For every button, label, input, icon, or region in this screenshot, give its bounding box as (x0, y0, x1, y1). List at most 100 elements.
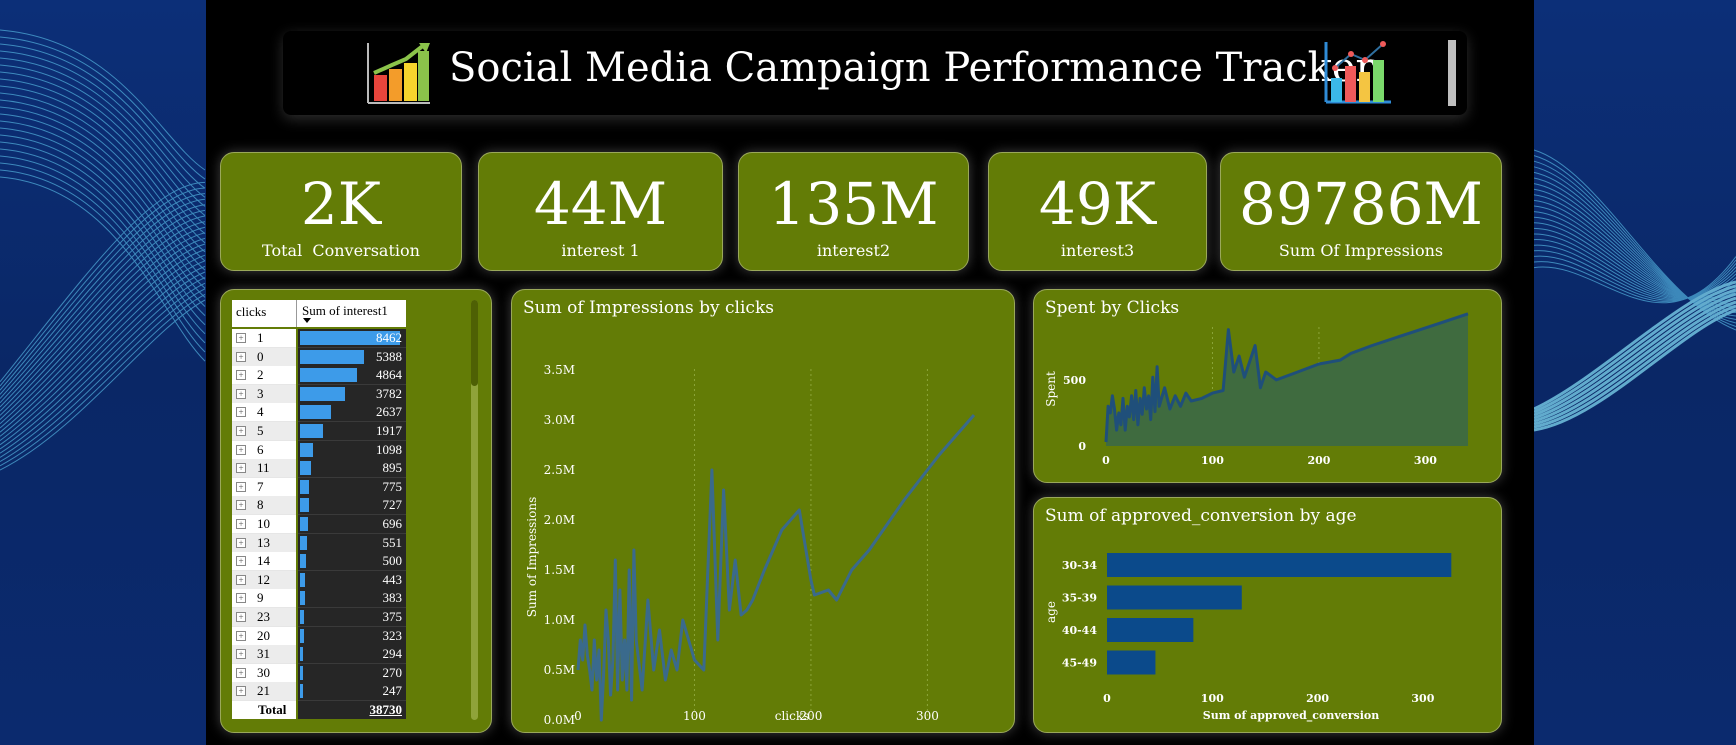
expand-icon[interactable]: + (236, 537, 246, 548)
expand-icon[interactable]: + (236, 370, 246, 381)
pivot-row-value: 294 (382, 646, 403, 662)
pivot-row-cell: 323 (298, 626, 406, 646)
expand-icon[interactable]: + (236, 426, 246, 436)
expand-icon[interactable]: + (236, 612, 246, 622)
pivot-row-value: 270 (382, 664, 403, 680)
pivot-row-value: 2637 (376, 404, 402, 420)
data-bar (300, 368, 358, 383)
kpi-value: 89786M (1239, 170, 1483, 238)
pivot-row-cell: 696 (298, 515, 406, 534)
kpi-card-interest1: 44M interest 1 (478, 152, 723, 271)
expand-icon[interactable]: + (236, 388, 246, 399)
pivot-row-cell: 4864 (298, 366, 406, 386)
data-bar (300, 684, 303, 699)
pivot-row-value: 551 (382, 534, 403, 550)
expand-icon[interactable]: + (236, 463, 246, 474)
pivot-row[interactable]: +3 3782 (232, 384, 406, 404)
y-tick-label: 0 (1078, 440, 1086, 453)
title-scrollbar[interactable] (1448, 40, 1456, 106)
expand-icon[interactable]: + (236, 407, 246, 418)
expand-icon[interactable]: + (236, 481, 246, 492)
y-tick-label: 1.0M (544, 613, 575, 627)
pivot-row[interactable]: +11 895 (232, 459, 406, 479)
pivot-row-key: 14 (257, 553, 270, 569)
pivot-row-cell: 2637 (298, 403, 406, 423)
pivot-total-label: Total (258, 702, 287, 717)
page-title: Social Media Campaign Performance Tracke… (449, 45, 1375, 91)
pivot-header: clicks Sum of interest1 (232, 300, 406, 327)
pivot-row-cell: 247 (298, 682, 406, 702)
pivot-row-value: 500 (382, 553, 403, 569)
expand-icon[interactable]: + (236, 351, 246, 362)
data-bar (300, 461, 311, 476)
expand-icon[interactable]: + (236, 574, 246, 585)
pivot-row[interactable]: +21 247 (232, 682, 406, 702)
x-tick-label: 300 (916, 709, 939, 723)
pivot-row[interactable]: +13 551 (232, 533, 406, 553)
pivot-row-value: 375 (382, 609, 403, 624)
pivot-row[interactable]: +1 8462 (232, 329, 406, 348)
x-tick-label: 100 (1201, 454, 1224, 467)
pivot-row[interactable]: +10 696 (232, 515, 406, 534)
pivot-row-key: 7 (257, 478, 264, 494)
pivot-row[interactable]: +9 383 (232, 589, 406, 609)
kpi-value: 135M (768, 170, 939, 238)
pivot-row[interactable]: +2 4864 (232, 366, 406, 386)
y-tick-label: 35-39 (1062, 592, 1097, 605)
y-tick-label: 0.5M (544, 663, 575, 677)
pivot-row-label: +3 (232, 384, 296, 404)
series-line (576, 414, 976, 722)
pivot-row-key: 23 (257, 609, 270, 624)
expand-icon[interactable]: + (236, 444, 246, 455)
pivot-row[interactable]: +7 775 (232, 477, 406, 497)
x-tick-label: 200 (1306, 692, 1329, 705)
y-tick-label: 3.5M (544, 363, 575, 377)
expand-icon[interactable]: + (236, 667, 246, 678)
expand-icon[interactable]: + (236, 556, 246, 567)
sort-dropdown-icon[interactable] (303, 318, 311, 323)
kpi-label: Total Conversation (262, 241, 420, 260)
pivot-row[interactable]: +0 5388 (232, 347, 406, 367)
x-tick-label: 200 (1307, 454, 1330, 467)
pivot-row-label: +31 (232, 645, 296, 665)
pivot-row[interactable]: +30 270 (232, 663, 406, 683)
pivot-row-cell: 294 (298, 645, 406, 665)
x-tick-label: 0 (1103, 692, 1111, 705)
pivot-header-clicks[interactable]: clicks (236, 304, 266, 320)
pivot-row-cell: 551 (298, 533, 406, 553)
pivot-row[interactable]: +23 375 (232, 608, 406, 627)
y-tick-label: 2.5M (544, 463, 575, 477)
y-tick-label: 2.0M (544, 513, 575, 527)
pivot-row[interactable]: +12 443 (232, 570, 406, 590)
expand-icon[interactable]: + (236, 333, 246, 343)
bar-chart-icon (364, 41, 432, 111)
pivot-row[interactable]: +31 294 (232, 645, 406, 665)
pivot-row-value: 895 (382, 460, 403, 476)
pivot-row[interactable]: +5 1917 (232, 422, 406, 441)
data-bar (300, 535, 307, 550)
expand-icon[interactable]: + (236, 593, 246, 604)
pivot-row-label: +4 (232, 403, 296, 423)
expand-icon[interactable]: + (236, 519, 246, 529)
data-bar (300, 628, 304, 643)
pivot-row-cell: 375 (298, 608, 406, 627)
expand-icon[interactable]: + (236, 500, 246, 511)
y-axis-label: age (1044, 601, 1058, 623)
data-bar (300, 647, 304, 662)
pivot-row[interactable]: +4 2637 (232, 403, 406, 423)
y-tick-label: 0.0M (544, 713, 575, 727)
pivot-row[interactable]: +6 1098 (232, 440, 406, 460)
growth-chart-icon (1323, 38, 1393, 110)
expand-icon[interactable]: + (236, 686, 246, 697)
expand-icon[interactable]: + (236, 649, 246, 660)
data-bar (300, 405, 332, 420)
expand-icon[interactable]: + (236, 630, 246, 641)
pivot-row-label: +30 (232, 663, 296, 683)
pivot-scrollbar[interactable] (471, 300, 478, 720)
pivot-row[interactable]: +20 323 (232, 626, 406, 646)
pivot-row[interactable]: +14 500 (232, 552, 406, 572)
pivot-header-interest1[interactable]: Sum of interest1 (302, 303, 388, 319)
pivot-row[interactable]: +8 727 (232, 496, 406, 516)
pivot-scrollbar-thumb[interactable] (471, 300, 478, 386)
pivot-row-label: +5 (232, 422, 296, 441)
